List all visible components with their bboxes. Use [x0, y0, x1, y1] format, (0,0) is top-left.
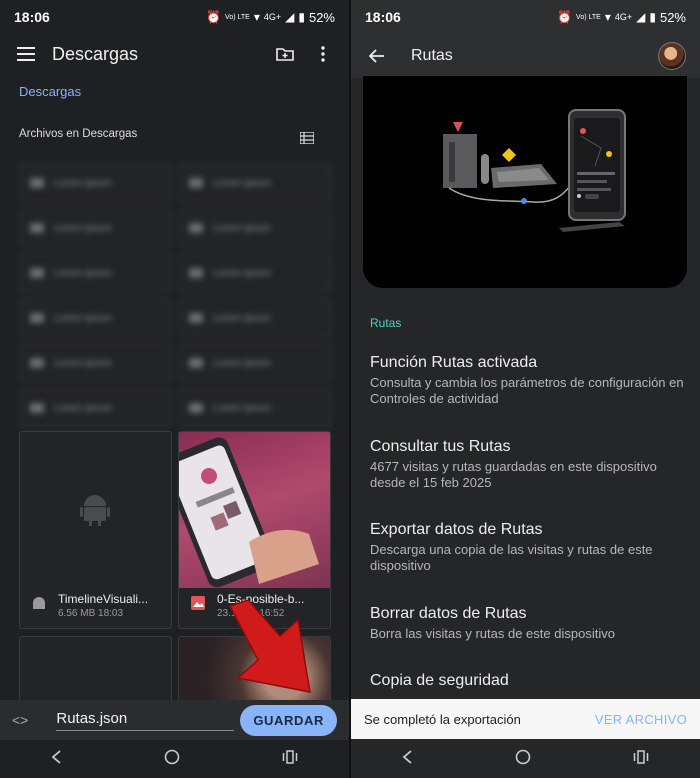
folder-icon	[189, 178, 203, 188]
avatar[interactable]	[658, 42, 686, 70]
file-card[interactable]: TimelineVisuali... 6.56 MB 18:03	[19, 431, 172, 629]
folder-icon	[30, 223, 44, 233]
setting-subtitle: Borra las visitas y rutas de este dispos…	[370, 626, 615, 641]
folder-icon	[189, 313, 203, 323]
file-meta: 6.56 MB 18:03	[58, 608, 124, 619]
status-time: 18:06	[14, 9, 50, 25]
setting-copia-seguridad[interactable]: Copia de seguridad	[370, 672, 688, 690]
list-view-icon[interactable]	[295, 126, 319, 150]
setting-title: Copia de seguridad	[370, 672, 509, 689]
section-header: Rutas	[370, 316, 402, 330]
signal-icon: ◢	[285, 10, 295, 24]
folder-item[interactable]: Lorem ipsum	[19, 163, 172, 203]
back-nav-icon[interactable]	[402, 749, 414, 769]
folder-icon	[189, 403, 203, 413]
image-file-icon	[191, 596, 205, 615]
wifi-icon: ▾	[604, 10, 611, 24]
setting-subtitle: 4677 visitas y rutas guardadas en este d…	[370, 459, 657, 490]
file-name: TimelineVisuali...	[58, 592, 149, 606]
battery-icon: ▮	[298, 10, 305, 24]
folder-icon	[189, 268, 203, 278]
setting-title: Consultar tus Rutas	[370, 438, 511, 455]
network-label: 4G+	[263, 12, 282, 22]
rutas-settings-panel: 18:06 ⏰ Vo) LTE ▾ 4G+ ◢ ▮ 52% Rutas Ruta…	[351, 0, 700, 778]
status-icons: ⏰ Vo) LTE ▾ 4G+ ◢ ▮ 52%	[557, 10, 686, 25]
menu-icon[interactable]	[14, 42, 38, 66]
android-file-icon	[32, 596, 46, 615]
save-button[interactable]: GUARDAR	[240, 704, 337, 736]
setting-subtitle: Descarga una copia de las visitas y ruta…	[370, 542, 653, 573]
back-arrow-icon[interactable]	[365, 44, 389, 68]
folder-item[interactable]: Lorem ipsum	[19, 343, 172, 383]
folder-icon	[189, 358, 203, 368]
image-preview	[179, 432, 330, 588]
folder-item[interactable]: Lorem ipsum	[178, 253, 331, 293]
view-file-button[interactable]: VER ARCHIVO	[595, 712, 687, 727]
android-icon	[80, 492, 110, 531]
setting-title: Función Rutas activada	[370, 354, 538, 371]
volte-label: Vo) LTE	[576, 13, 601, 21]
folder-icon	[30, 403, 44, 413]
folder-icon	[30, 268, 44, 278]
folder-icon	[30, 313, 44, 323]
battery-icon: ▮	[649, 10, 656, 24]
home-nav-icon[interactable]	[515, 749, 531, 770]
app-bar: Rutas	[351, 34, 700, 78]
folder-icon	[30, 178, 44, 188]
folder-item[interactable]: Lorem ipsum	[19, 253, 172, 293]
snackbar-message: Se completó la exportación	[364, 711, 521, 727]
battery-level: 52%	[659, 9, 686, 25]
status-time: 18:06	[365, 9, 401, 25]
setting-exportar-datos[interactable]: Exportar datos de Rutas Descarga una cop…	[370, 521, 688, 574]
folder-item[interactable]: Lorem ipsum	[19, 298, 172, 338]
alarm-icon: ⏰	[557, 10, 573, 24]
home-nav-icon[interactable]	[164, 749, 180, 770]
snackbar: Se completó la exportación VER ARCHIVO	[351, 699, 700, 739]
battery-level: 52%	[308, 9, 335, 25]
page-title: Descargas	[52, 43, 139, 64]
setting-rutas-activada[interactable]: Función Rutas activada Consulta y cambia…	[370, 354, 688, 407]
folder-item[interactable]: Lorem ipsum	[178, 208, 331, 248]
folder-item[interactable]: Lorem ipsum	[178, 388, 331, 428]
timeline-illustration	[363, 76, 687, 288]
file-card[interactable]	[19, 636, 172, 706]
signal-icon: ◢	[636, 10, 646, 24]
red-arrow-annotation	[228, 600, 311, 693]
files-app-panel: 18:06 ⏰ Vo) LTE ▾ 4G+ ◢ ▮ 52% Descargas …	[0, 0, 349, 778]
wifi-icon: ▾	[253, 10, 260, 24]
status-bar: 18:06 ⏰ Vo) LTE ▾ 4G+ ◢ ▮ 52%	[351, 0, 700, 34]
setting-title: Borrar datos de Rutas	[370, 605, 527, 622]
recents-nav-icon[interactable]	[633, 749, 649, 769]
folder-item[interactable]: Lorem ipsum	[178, 343, 331, 383]
recents-nav-icon[interactable]	[282, 749, 298, 769]
filename-input[interactable]: Rutas.json	[56, 710, 235, 731]
folder-item[interactable]: Lorem ipsum	[178, 298, 331, 338]
more-options-icon[interactable]	[311, 42, 335, 66]
setting-consultar-rutas[interactable]: Consultar tus Rutas 4677 visitas y rutas…	[370, 438, 688, 491]
new-folder-icon[interactable]	[273, 42, 297, 66]
status-bar: 18:06 ⏰ Vo) LTE ▾ 4G+ ◢ ▮ 52%	[0, 0, 349, 34]
folder-item[interactable]: Lorem ipsum	[178, 163, 331, 203]
save-bar: <> Rutas.json GUARDAR	[0, 700, 349, 740]
alarm-icon: ⏰	[206, 10, 222, 24]
nav-bar	[351, 740, 700, 778]
volte-label: Vo) LTE	[225, 13, 250, 21]
setting-borrar-datos[interactable]: Borrar datos de Rutas Borra las visitas …	[370, 605, 688, 642]
breadcrumb[interactable]: Descargas	[19, 84, 81, 99]
app-bar: Descargas	[0, 34, 349, 74]
folder-icon	[30, 358, 44, 368]
setting-subtitle: Consulta y cambia los parámetros de conf…	[370, 375, 684, 406]
folder-item[interactable]: Lorem ipsum	[19, 388, 172, 428]
network-label: 4G+	[614, 12, 633, 22]
folder-icon	[189, 223, 203, 233]
section-header: Archivos en Descargas	[19, 128, 138, 140]
folder-grid: Lorem ipsum Lorem ipsum Lorem ipsum Lorem …	[19, 163, 331, 433]
code-icon: <>	[12, 712, 29, 728]
folder-item[interactable]: Lorem ipsum	[19, 208, 172, 248]
setting-title: Exportar datos de Rutas	[370, 521, 543, 538]
status-icons: ⏰ Vo) LTE ▾ 4G+ ◢ ▮ 52%	[206, 10, 335, 25]
back-nav-icon[interactable]	[51, 749, 63, 769]
page-title: Rutas	[411, 47, 453, 64]
nav-bar	[0, 740, 349, 778]
